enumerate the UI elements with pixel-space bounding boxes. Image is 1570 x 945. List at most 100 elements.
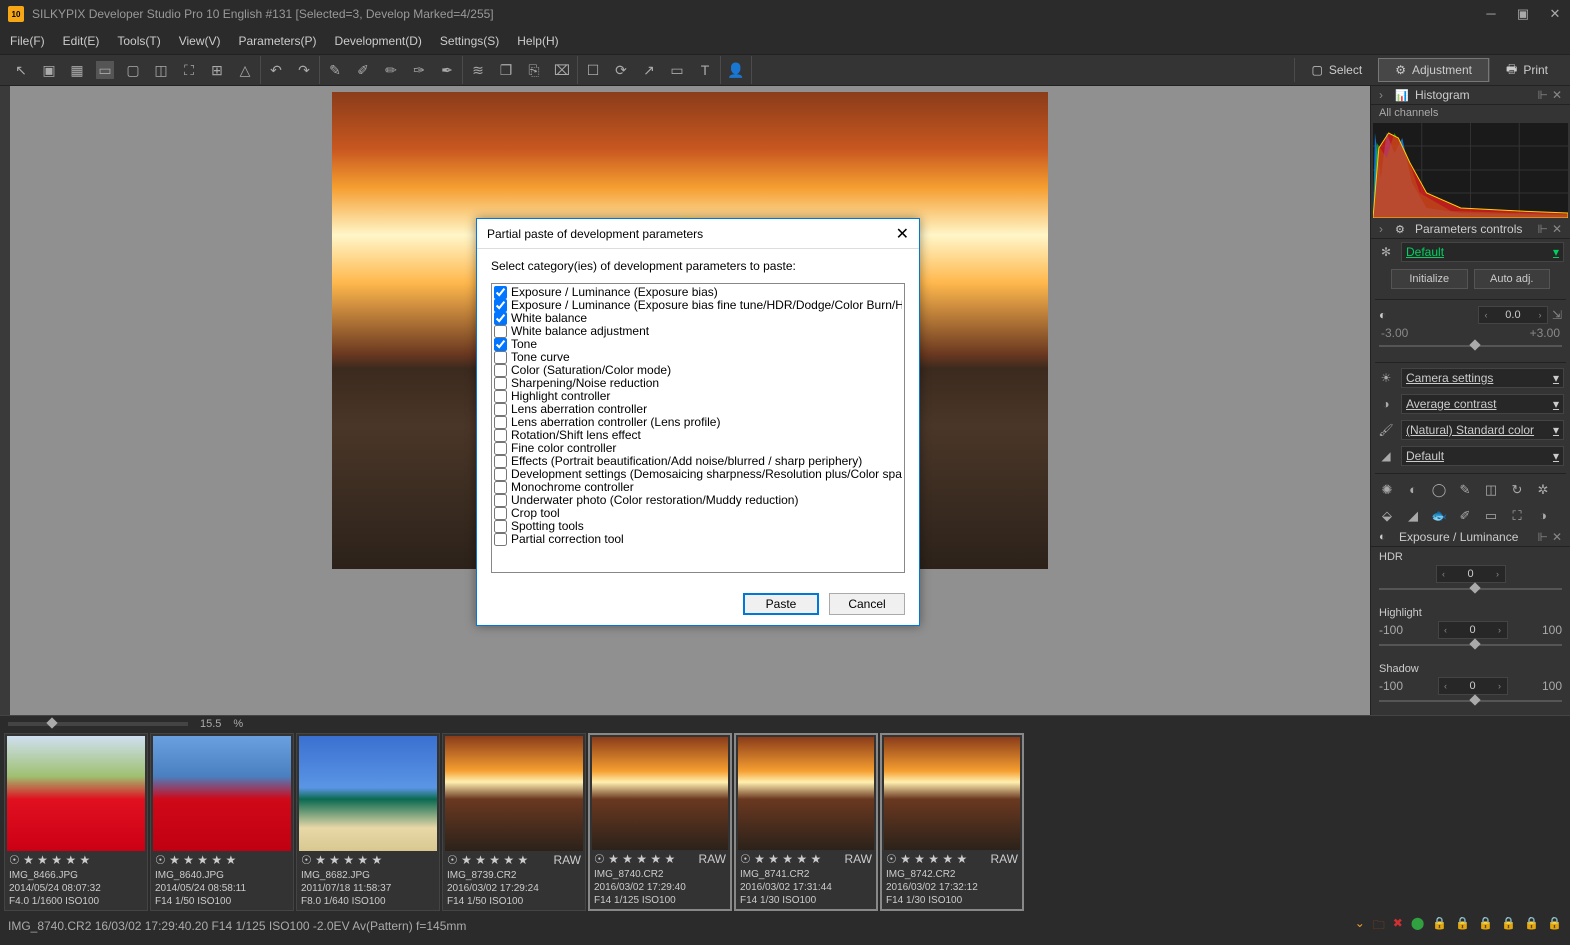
expand-icon[interactable]: ⊩ [1537, 88, 1547, 102]
dialog-item[interactable]: Rotation/Shift lens effect [494, 429, 902, 442]
thumb-rating[interactable]: ☉ ★ ★ ★ ★ ★RAW [590, 852, 730, 866]
dialog-checkbox[interactable] [494, 286, 507, 299]
thumb-rating[interactable]: ☉ ★ ★ ★ ★ ★RAW [443, 853, 585, 867]
status-icon-2[interactable]: 🗀 [1373, 916, 1385, 937]
exposure-slider[interactable] [1379, 342, 1562, 350]
tool-folder-icon[interactable]: ▣ [40, 61, 58, 79]
dialog-checkbox[interactable] [494, 390, 507, 403]
thumbnail[interactable]: ☉ ★ ★ ★ ★ ★IMG_8640.JPG2014/05/24 08:58:… [150, 733, 294, 911]
zoom-slider[interactable] [8, 722, 188, 726]
panel-histogram-head[interactable]: › 📊 Histogram ⊩✕ [1371, 86, 1570, 105]
dialog-checkbox[interactable] [494, 429, 507, 442]
dialog-item[interactable]: Partial correction tool [494, 533, 902, 546]
dialog-checkbox[interactable] [494, 494, 507, 507]
thumbnail[interactable]: ☉ ★ ★ ★ ★ ★RAWIMG_8741.CR22016/03/02 17:… [734, 733, 878, 911]
dialog-item[interactable]: Highlight controller [494, 390, 902, 403]
undo-icon[interactable]: ↶ [267, 61, 285, 79]
dialog-checkbox[interactable] [494, 442, 507, 455]
dialog-list[interactable]: Exposure / Luminance (Exposure bias)Expo… [491, 283, 905, 573]
dialog-item[interactable]: Exposure / Luminance (Exposure bias fine… [494, 299, 902, 312]
dialog-checkbox[interactable] [494, 533, 507, 546]
brush2-icon[interactable]: ✐ [354, 61, 372, 79]
minimize-button[interactable]: ─ [1484, 7, 1498, 21]
thumbnail[interactable]: ☉ ★ ★ ★ ★ ★RAWIMG_8740.CR22016/03/02 17:… [588, 733, 732, 911]
dialog-item[interactable]: Lens aberration controller (Lens profile… [494, 416, 902, 429]
thumb-rating[interactable]: ☉ ★ ★ ★ ★ ★ [297, 853, 439, 867]
status-icon-1[interactable]: ⌄ [1355, 916, 1365, 937]
thumbnail[interactable]: ☉ ★ ★ ★ ★ ★RAWIMG_8742.CR22016/03/02 17:… [880, 733, 1024, 911]
crop-icon[interactable]: ☐ [584, 61, 602, 79]
dialog-checkbox[interactable] [494, 377, 507, 390]
mode-adjustment-button[interactable]: ⚙Adjustment [1378, 58, 1489, 82]
dialog-item[interactable]: Lens aberration controller [494, 403, 902, 416]
thumb-rating[interactable]: ☉ ★ ★ ★ ★ ★RAW [736, 852, 876, 866]
rotate-icon[interactable]: ⟳ [612, 61, 630, 79]
thumb-rating[interactable]: ☉ ★ ★ ★ ★ ★ [151, 853, 293, 867]
highlight-value[interactable]: ‹0› [1438, 621, 1508, 639]
dialog-item[interactable]: Exposure / Luminance (Exposure bias) [494, 286, 902, 299]
dialog-item[interactable]: Tone [494, 338, 902, 351]
shadow-slider[interactable] [1379, 697, 1562, 705]
dialog-checkbox[interactable] [494, 403, 507, 416]
preset-select[interactable]: Default▾ [1401, 242, 1564, 262]
dialog-item[interactable]: Crop tool [494, 507, 902, 520]
dialog-checkbox[interactable] [494, 299, 507, 312]
cancel-button[interactable]: Cancel [829, 593, 905, 615]
paste-icon[interactable]: ⌧ [553, 61, 571, 79]
hdr-value[interactable]: ‹0› [1436, 565, 1506, 583]
paste-button[interactable]: Paste [743, 593, 819, 615]
dialog-item[interactable]: Effects (Portrait beautification/Add noi… [494, 455, 902, 468]
tool-frame-icon[interactable]: ▢ [124, 61, 142, 79]
adj-11-icon[interactable]: ✐ [1457, 508, 1473, 524]
dialog-item[interactable]: Spotting tools [494, 520, 902, 533]
tool-single-icon[interactable]: ▭ [96, 61, 114, 79]
dialog-item[interactable]: White balance [494, 312, 902, 325]
dialog-checkbox[interactable] [494, 325, 507, 338]
dialog-checkbox[interactable] [494, 507, 507, 520]
thumb-rating[interactable]: ☉ ★ ★ ★ ★ ★RAW [882, 852, 1022, 866]
dialog-item[interactable]: Development settings (Demosaicing sharpn… [494, 468, 902, 481]
menu-view[interactable]: View(V) [179, 34, 221, 48]
dialog-item[interactable]: Sharpening/Noise reduction [494, 377, 902, 390]
tool-grid-icon[interactable]: ▦ [68, 61, 86, 79]
brush1-icon[interactable]: ✎ [326, 61, 344, 79]
dialog-checkbox[interactable] [494, 351, 507, 364]
mode-select-button[interactable]: ▢Select [1294, 58, 1378, 82]
adj-13-icon[interactable]: ⛶ [1509, 508, 1525, 524]
menu-help[interactable]: Help(H) [517, 34, 558, 48]
initialize-button[interactable]: Initialize [1391, 269, 1468, 289]
tool-pointer-icon[interactable]: ↖ [12, 61, 30, 79]
export-icon[interactable]: ↗ [640, 61, 658, 79]
tool-warning-icon[interactable]: △ [236, 61, 254, 79]
dialog-checkbox[interactable] [494, 520, 507, 533]
color-select[interactable]: (Natural) Standard color▾ [1401, 420, 1564, 440]
panel-params-head[interactable]: › ⚙ Parameters controls ⊩✕ [1371, 220, 1570, 239]
adj-3-icon[interactable]: ◯ [1431, 482, 1447, 498]
exposure-value[interactable]: ‹0.0› [1478, 306, 1548, 324]
brush3-icon[interactable]: ✏ [382, 61, 400, 79]
dialog-item[interactable]: Underwater photo (Color restoration/Mudd… [494, 494, 902, 507]
brush4-icon[interactable]: ✑ [410, 61, 428, 79]
adj-1-icon[interactable]: ✺ [1379, 482, 1395, 498]
dialog-checkbox[interactable] [494, 468, 507, 481]
dialog-item[interactable]: Tone curve [494, 351, 902, 364]
reset-icon[interactable]: ⇲ [1552, 308, 1562, 322]
tool-fullscreen-icon[interactable]: ⛶ [180, 61, 198, 79]
status-icon-9[interactable]: 🔒 [1524, 916, 1539, 937]
hdr-slider[interactable] [1379, 585, 1562, 593]
search-icon[interactable]: 👤 [727, 61, 745, 79]
status-icon-4[interactable]: ⬤ [1411, 916, 1424, 937]
dialog-item[interactable]: White balance adjustment [494, 325, 902, 338]
text-icon[interactable]: T [696, 61, 714, 79]
dialog-close-icon[interactable]: ✕ [896, 224, 909, 244]
filmstrip[interactable]: ☉ ★ ★ ★ ★ ★IMG_8466.JPG2014/05/24 08:07:… [0, 731, 1570, 915]
adj-8-icon[interactable]: ⬙ [1379, 508, 1395, 524]
copy-icon[interactable]: ⎘ [525, 61, 543, 79]
status-icon-5[interactable]: 🔒 [1432, 916, 1447, 937]
dialog-titlebar[interactable]: Partial paste of development parameters … [477, 219, 919, 249]
thumb-rating[interactable]: ☉ ★ ★ ★ ★ ★ [5, 853, 147, 867]
adj-12-icon[interactable]: ▭ [1483, 508, 1499, 524]
status-icon-6[interactable]: 🔒 [1455, 916, 1470, 937]
menu-settings[interactable]: Settings(S) [440, 34, 499, 48]
left-strip[interactable] [0, 86, 10, 715]
